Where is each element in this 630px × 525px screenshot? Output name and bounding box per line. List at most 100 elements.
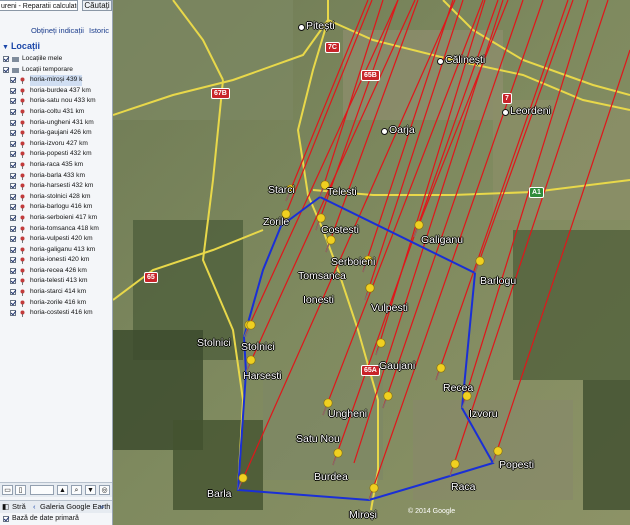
tree-item-place[interactable]: horia-starci 414 km bbox=[0, 287, 112, 298]
tree-item-place[interactable]: horia-galiganu 413 km bbox=[0, 245, 112, 256]
pushpin-icon bbox=[20, 215, 25, 222]
tree-item-place[interactable]: horia-recea 426 km bbox=[0, 266, 112, 277]
tree-label: horia-gaujani 426 km bbox=[30, 129, 92, 137]
search-button[interactable]: Căutați bbox=[82, 0, 112, 11]
layers-panel: Bază de date primară bbox=[0, 513, 112, 525]
map-view[interactable]: Pitești Călinești Leordeni Oarja 7C 65B … bbox=[113, 0, 630, 525]
zoom-icon[interactable]: ◎ bbox=[99, 485, 110, 495]
road-shield: 65A bbox=[361, 365, 380, 376]
checkbox[interactable] bbox=[10, 246, 16, 253]
checkbox[interactable] bbox=[10, 310, 16, 317]
tree-item-place[interactable]: horia-raca 435 km bbox=[0, 160, 112, 171]
town-label-pitesti: Pitești bbox=[298, 20, 335, 32]
folder-up-icon[interactable]: ▯ bbox=[15, 485, 26, 495]
tab-icon[interactable]: ◧ bbox=[2, 501, 9, 513]
arrow-up-button[interactable]: ▲ bbox=[57, 485, 68, 495]
checkbox[interactable] bbox=[10, 225, 16, 232]
pin-label: Zorile bbox=[263, 216, 290, 228]
tree-item-place[interactable]: horia-harsesti 432 km bbox=[0, 181, 112, 192]
checkbox[interactable] bbox=[10, 130, 16, 137]
tree-label: horia-barlogu 416 km bbox=[30, 203, 93, 211]
checkbox[interactable] bbox=[10, 214, 16, 221]
pin-label: Serboieni bbox=[331, 256, 376, 268]
tree-item-place[interactable]: horia-ungheni 431 km bbox=[0, 118, 112, 129]
checkbox[interactable] bbox=[10, 267, 16, 274]
tree-label: horia-vulpesti 420 km bbox=[30, 235, 93, 243]
tree-label: horia-satu nou 433 km bbox=[30, 97, 96, 105]
tree-item-place[interactable]: horia-gaujani 426 km bbox=[0, 128, 112, 139]
tab-more[interactable]: » bbox=[100, 501, 104, 513]
tree-label: horia-ionesti 420 km bbox=[30, 256, 90, 264]
tree-item-place[interactable]: horia-stolnici 428 km bbox=[0, 192, 112, 203]
tree-item-place[interactable]: horia-ionesti 420 km bbox=[0, 255, 112, 266]
checkbox[interactable] bbox=[3, 516, 9, 522]
road-shield: A1 bbox=[529, 187, 544, 198]
tree-item-place[interactable]: horia-serboieni 417 km bbox=[0, 213, 112, 224]
pushpin-icon bbox=[20, 257, 25, 265]
directions-link[interactable]: Obțineți indicații bbox=[31, 26, 84, 35]
checkbox[interactable] bbox=[10, 278, 16, 285]
checkbox[interactable] bbox=[10, 108, 16, 115]
sidebar: ureni - Reparatii calculatoare, Bucurest… bbox=[0, 0, 113, 525]
tree-item-place[interactable]: horia-miroși 439 k bbox=[0, 75, 112, 86]
checkbox[interactable] bbox=[10, 193, 16, 200]
checkbox[interactable] bbox=[10, 119, 16, 126]
tree-item-place[interactable]: horia-izvoru 427 km bbox=[0, 139, 112, 150]
search-input[interactable]: ureni - Reparatii calculatoare, Bucurest… bbox=[0, 0, 78, 11]
tree-item-place[interactable]: horia-costesti 416 km bbox=[0, 308, 112, 319]
road-shield: 65B bbox=[361, 70, 380, 81]
pin-label: Burdea bbox=[314, 471, 348, 483]
tour-slider[interactable] bbox=[30, 485, 54, 495]
tree-item-place[interactable]: horia-coltu 431 km bbox=[0, 107, 112, 118]
checkbox[interactable] bbox=[10, 236, 16, 243]
checkbox[interactable] bbox=[10, 140, 16, 147]
pushpin-icon bbox=[20, 226, 25, 233]
pushpin-icon bbox=[20, 109, 25, 116]
folder-icon bbox=[12, 57, 19, 62]
pin-label: Izvoru bbox=[469, 408, 498, 420]
checkbox[interactable] bbox=[10, 183, 16, 190]
tree-item-place[interactable]: horia-burdea 437 km bbox=[0, 86, 112, 97]
checkbox[interactable] bbox=[10, 161, 16, 168]
pushpin-icon bbox=[20, 77, 25, 85]
history-link[interactable]: Istoric bbox=[89, 26, 109, 35]
tree-item-place[interactable]: horia-barla 433 km bbox=[0, 171, 112, 182]
checkbox[interactable] bbox=[10, 289, 16, 296]
locations-header[interactable]: ▼ Locații bbox=[0, 40, 112, 52]
expand-triangle-icon[interactable]: ▼ bbox=[2, 44, 9, 51]
checkbox[interactable] bbox=[10, 299, 16, 306]
tree-label: Locații temporare bbox=[22, 65, 73, 73]
arrow-down-button[interactable]: ▼ bbox=[85, 485, 96, 495]
tree-item-place[interactable]: horia-vulpesti 420 km bbox=[0, 234, 112, 245]
tab-search[interactable]: Stră bbox=[12, 501, 26, 513]
checkbox[interactable] bbox=[10, 204, 16, 211]
tree-label: horia-recea 426 km bbox=[30, 266, 87, 274]
checkbox[interactable] bbox=[10, 98, 16, 105]
pushpin-icon bbox=[20, 236, 25, 244]
tree-item-place[interactable]: horia-barlogu 416 km bbox=[0, 202, 112, 213]
tab-arrow-icon[interactable]: ‹ bbox=[33, 501, 36, 513]
tree-item-place[interactable]: horia-telesti 413 km bbox=[0, 276, 112, 287]
tree-item-my-places[interactable]: Locațiile mele bbox=[0, 54, 112, 65]
pin-label: Telesti bbox=[327, 186, 357, 198]
checkbox[interactable] bbox=[10, 172, 16, 179]
pin-label: Tomsanca bbox=[298, 270, 346, 282]
layout-icon[interactable]: ▭ bbox=[2, 485, 13, 495]
locations-title: Locații bbox=[10, 41, 40, 51]
checkbox[interactable] bbox=[3, 66, 9, 73]
checkbox[interactable] bbox=[10, 77, 16, 84]
checkbox[interactable] bbox=[3, 56, 9, 62]
tree-item-temporary[interactable]: Locații temporare bbox=[0, 65, 112, 76]
tree-item-place[interactable]: horia-popesti 432 km bbox=[0, 149, 112, 160]
search-small-icon[interactable]: ⌕ bbox=[71, 485, 82, 495]
tree-item-place[interactable]: horia-zorile 416 km bbox=[0, 298, 112, 309]
checkbox[interactable] bbox=[10, 151, 16, 158]
tree-label: horia-tomsanca 418 km bbox=[30, 224, 99, 232]
tree-label: horia-miroși 439 k bbox=[30, 75, 83, 86]
locations-tree: Locațiile mele Locații temporare horia-m… bbox=[0, 54, 112, 319]
checkbox[interactable] bbox=[10, 257, 16, 264]
pin-label: Vulpesti bbox=[371, 302, 408, 314]
tree-item-place[interactable]: horia-satu nou 433 km bbox=[0, 96, 112, 107]
tree-item-place[interactable]: horia-tomsanca 418 km bbox=[0, 224, 112, 235]
checkbox[interactable] bbox=[10, 87, 16, 94]
